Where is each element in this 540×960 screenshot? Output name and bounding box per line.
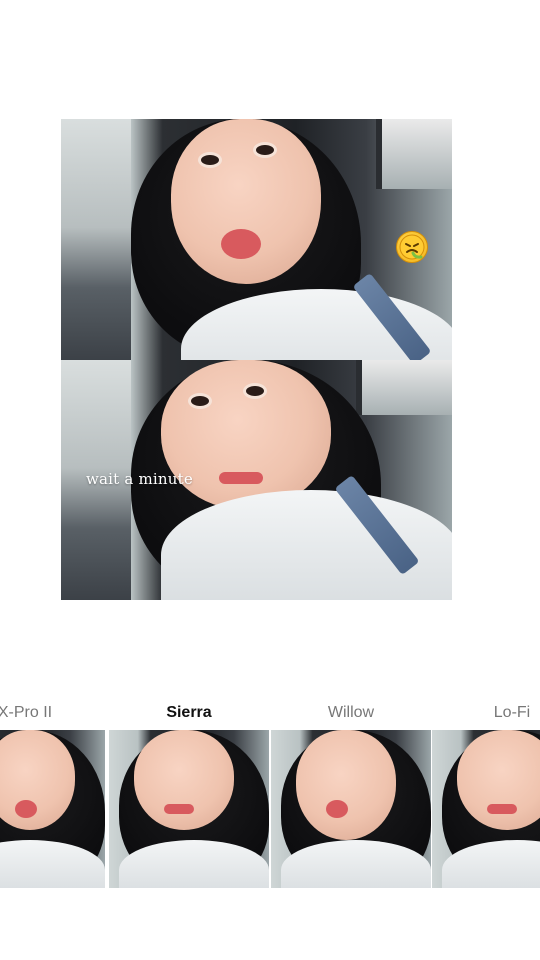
smile xyxy=(219,472,263,484)
collage-panel-bottom: wait a minute xyxy=(61,360,452,600)
smile xyxy=(487,804,517,814)
filter-thumbnail[interactable] xyxy=(271,730,431,888)
face xyxy=(296,730,396,840)
mouth xyxy=(326,800,348,818)
car-window xyxy=(376,119,452,189)
filter-thumbnail[interactable] xyxy=(432,730,540,888)
sick-emoji-icon-glyph xyxy=(399,234,425,260)
car-window xyxy=(356,360,452,415)
filter-sierra[interactable]: Sierra xyxy=(109,700,269,888)
collage-panel-top xyxy=(61,119,452,360)
filter-thumbnail[interactable] xyxy=(109,730,269,888)
filter-lo-fi[interactable]: Lo-Fi xyxy=(432,700,540,888)
smile xyxy=(164,804,194,814)
filter-label: Willow xyxy=(327,704,375,721)
filter-label: Sierra xyxy=(166,704,212,721)
main-photo-preview[interactable]: wait a minute xyxy=(61,119,452,600)
filter-x-pro-ii[interactable]: X-Pro II xyxy=(0,700,105,888)
filters-strip[interactable]: X-Pro II Sierra Willow Lo-Fi xyxy=(0,700,540,890)
filter-label: X-Pro II xyxy=(0,704,53,721)
face xyxy=(134,730,234,830)
filter-label: Lo-Fi xyxy=(493,704,531,721)
right-eye xyxy=(246,386,264,396)
mouth xyxy=(15,800,37,818)
right-eye xyxy=(256,145,274,155)
overlay-caption: wait a minute xyxy=(86,470,193,488)
face xyxy=(171,119,321,284)
filter-editor-screen: wait a minute X-Pro II Sierra Willow Lo-… xyxy=(0,0,540,960)
filter-willow[interactable]: Willow xyxy=(271,700,431,888)
left-eye xyxy=(191,396,209,406)
sick-emoji-icon xyxy=(396,231,428,263)
filter-thumbnail[interactable] xyxy=(0,730,105,888)
mouth xyxy=(221,229,261,259)
car-pillar xyxy=(61,119,131,360)
left-eye xyxy=(201,155,219,165)
